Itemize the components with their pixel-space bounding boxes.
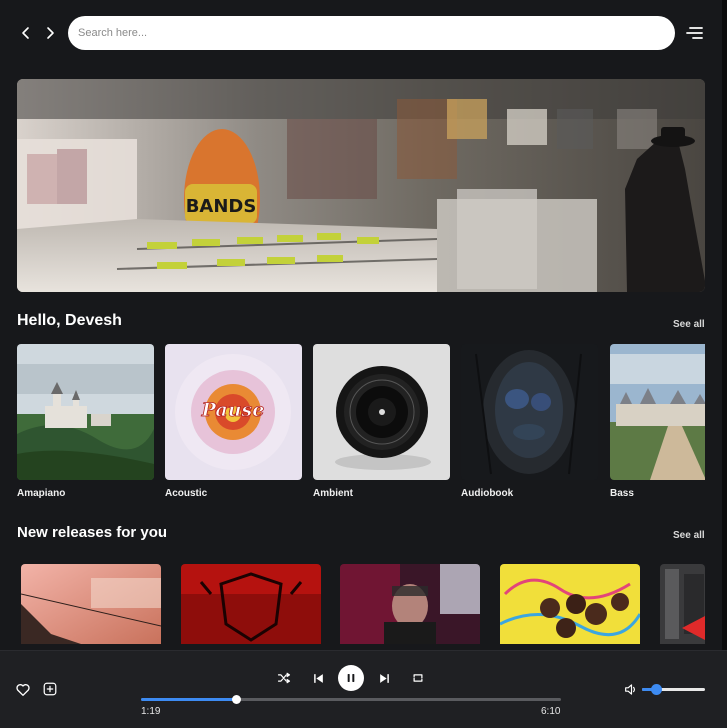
greeting-title: Hello, Devesh (17, 312, 122, 329)
heart-icon (16, 684, 30, 696)
release-card[interactable] (660, 564, 705, 644)
genre-card-acoustic[interactable]: Pause Acoustic (165, 344, 302, 499)
genre-card-bass[interactable]: Bass (610, 344, 705, 499)
release-art (181, 564, 321, 644)
chevron-right-icon (47, 27, 54, 39)
hero-banner[interactable]: BANDS (17, 79, 705, 292)
progress-handle[interactable] (231, 695, 241, 704)
skip-back-icon (313, 673, 323, 683)
release-art (21, 564, 161, 644)
genre-card-ambient[interactable]: Ambient (313, 344, 450, 499)
forward-button[interactable] (40, 23, 60, 43)
release-card[interactable] (181, 564, 321, 644)
chevron-left-icon (22, 27, 29, 39)
like-button[interactable] (14, 681, 32, 699)
progress-bar[interactable] (141, 695, 561, 704)
record-store-image: BANDS (17, 79, 705, 292)
genre-label: Ambient (313, 488, 353, 499)
new-releases-title: New releases for you (17, 524, 168, 541)
add-to-playlist-button[interactable] (41, 680, 59, 698)
pause-art-text: Pause (201, 399, 265, 421)
top-bar (0, 0, 727, 66)
release-art (660, 564, 705, 644)
previous-button[interactable] (309, 669, 327, 687)
release-card[interactable] (340, 564, 480, 644)
face-art (461, 344, 598, 480)
see-all-link[interactable]: See all (673, 319, 705, 330)
lens-art (313, 344, 450, 480)
bands-sign: BANDS (186, 196, 257, 217)
search-input[interactable] (68, 16, 675, 50)
release-art (500, 564, 640, 644)
current-time: 1:19 (141, 706, 161, 717)
genre-label: Acoustic (165, 488, 208, 499)
volume-slider[interactable] (642, 684, 705, 695)
castle-art (17, 344, 154, 480)
flower-art: Pause (165, 344, 302, 480)
player-bar: 1:19 6:10 (0, 650, 727, 728)
pause-button[interactable] (338, 665, 364, 691)
release-card[interactable] (21, 564, 161, 644)
add-square-icon (43, 682, 57, 696)
shuffle-icon (277, 672, 291, 684)
genre-label: Bass (610, 488, 634, 499)
next-button[interactable] (375, 669, 393, 687)
release-art (340, 564, 480, 644)
genre-card-amapiano[interactable]: Amapiano (17, 344, 154, 499)
scrollbar[interactable] (722, 0, 727, 650)
genre-card-audiobook[interactable]: Audiobook (461, 344, 598, 499)
progress-fill (141, 698, 236, 701)
repeat-button[interactable] (409, 669, 427, 687)
volume-handle[interactable] (650, 684, 662, 695)
menu-icon[interactable] (684, 24, 704, 42)
genre-label: Amapiano (17, 488, 66, 499)
back-button[interactable] (16, 23, 36, 43)
volume-icon (624, 683, 635, 695)
mute-button[interactable] (622, 680, 640, 698)
pause-icon (347, 674, 355, 682)
see-all-link[interactable]: See all (673, 530, 705, 541)
repeat-icon (413, 674, 423, 682)
total-time: 6:10 (541, 706, 561, 717)
shuffle-button[interactable] (275, 669, 293, 687)
release-card[interactable] (500, 564, 640, 644)
skip-forward-icon (379, 673, 389, 683)
genre-label: Audiobook (461, 488, 514, 499)
chateau-art (610, 344, 705, 480)
